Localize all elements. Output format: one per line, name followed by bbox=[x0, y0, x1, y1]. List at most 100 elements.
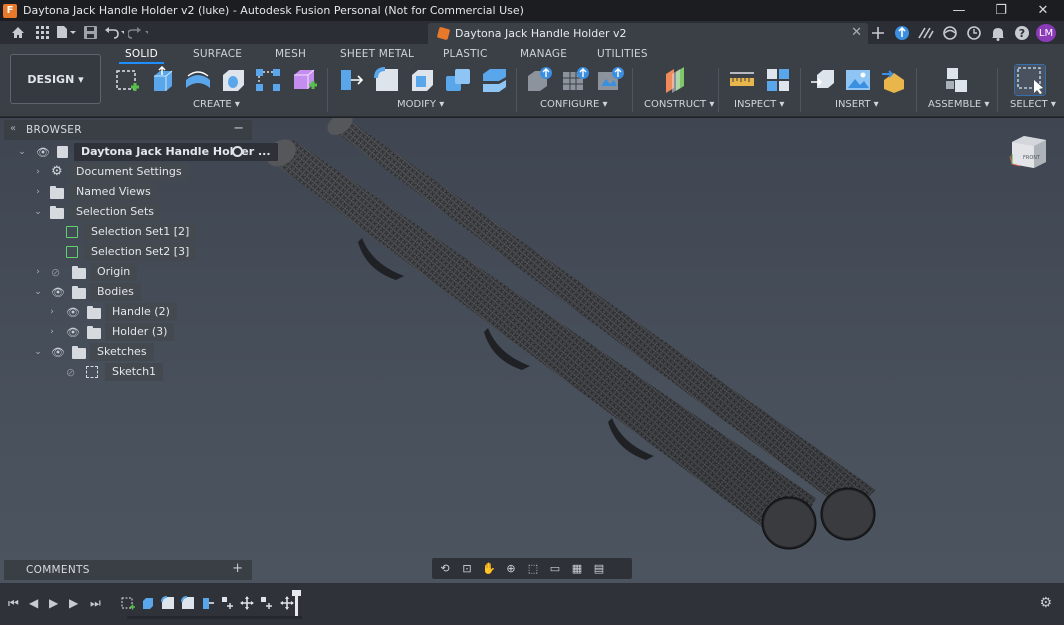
create-sketch-icon[interactable] bbox=[114, 66, 142, 94]
step-back-icon[interactable]: ◀ bbox=[29, 596, 38, 610]
undo-icon[interactable] bbox=[104, 23, 124, 41]
home-icon[interactable] bbox=[8, 23, 28, 41]
browser-panel-header[interactable]: « BROWSER − bbox=[4, 120, 252, 140]
chevron-down-icon[interactable]: ⌄ bbox=[32, 207, 44, 217]
comments-panel-header[interactable]: COMMENTS + bbox=[4, 560, 252, 580]
split-body-icon[interactable] bbox=[480, 66, 508, 94]
tree-item-handle[interactable]: › 👁 Handle (2) bbox=[0, 303, 252, 321]
handle-body-front[interactable] bbox=[261, 134, 817, 550]
tab-utilities[interactable]: UTILITIES bbox=[597, 48, 648, 60]
timeline-fillet-icon[interactable] bbox=[181, 596, 195, 610]
zoom-icon[interactable]: ⊕ bbox=[502, 561, 520, 577]
chevron-right-icon[interactable]: › bbox=[32, 167, 44, 177]
timeline-track[interactable] bbox=[127, 616, 302, 619]
add-comment-icon[interactable]: + bbox=[232, 561, 243, 576]
fillet-icon[interactable] bbox=[373, 66, 401, 94]
group-assemble[interactable]: ASSEMBLE ▾ bbox=[928, 99, 989, 110]
offset-plane-icon[interactable] bbox=[662, 66, 690, 94]
visibility-eye-icon[interactable]: 👁 bbox=[66, 326, 80, 339]
tree-item-bodies[interactable]: ⌄ 👁 Bodies bbox=[0, 283, 252, 301]
timeline-move-icon[interactable] bbox=[260, 596, 274, 610]
tree-item-origin[interactable]: › ⊘ Origin bbox=[0, 263, 252, 281]
play-icon[interactable]: ▶ bbox=[49, 596, 58, 610]
configure-table-icon[interactable] bbox=[525, 66, 553, 94]
step-forward-icon[interactable]: ▶ bbox=[69, 596, 78, 610]
visibility-eye-icon[interactable]: 👁 bbox=[51, 346, 65, 359]
create-form-icon[interactable] bbox=[290, 66, 318, 94]
insert-derive-icon[interactable] bbox=[809, 66, 837, 94]
orbit-icon[interactable]: ⟲ bbox=[436, 561, 454, 577]
tree-item-selection-sets[interactable]: ⌄ Selection Sets bbox=[0, 203, 252, 221]
timeline-extrude-icon[interactable] bbox=[141, 596, 155, 610]
visibility-eye-icon[interactable]: 👁 bbox=[66, 306, 80, 319]
new-component-icon[interactable] bbox=[943, 66, 971, 94]
combine-icon[interactable] bbox=[444, 66, 472, 94]
hole-icon[interactable] bbox=[219, 66, 247, 94]
handle-body-back[interactable] bbox=[323, 118, 876, 541]
timeline-move-icon[interactable] bbox=[280, 596, 294, 610]
user-avatar[interactable]: LM bbox=[1036, 24, 1056, 42]
data-panel-grid-icon[interactable] bbox=[32, 23, 52, 41]
visibility-eye-icon[interactable]: 👁 bbox=[51, 286, 65, 299]
tree-item-document-settings[interactable]: › ⚙ Document Settings bbox=[0, 163, 252, 181]
timeline-press-pull-icon[interactable] bbox=[201, 596, 215, 610]
tab-solid[interactable]: SOLID bbox=[119, 48, 164, 64]
tree-item-root[interactable]: ⌄ 👁 Daytona Jack Handle Holder ... bbox=[0, 143, 278, 161]
visibility-eye-icon[interactable]: 👁 bbox=[36, 146, 50, 159]
minimize-button[interactable]: — bbox=[938, 0, 980, 21]
minimize-panel-icon[interactable]: − bbox=[233, 121, 244, 136]
tab-plastic[interactable]: PLASTIC bbox=[443, 48, 488, 60]
display-settings-icon[interactable]: ▭ bbox=[546, 561, 564, 577]
chevron-down-icon[interactable]: ⌄ bbox=[32, 347, 44, 357]
tab-mesh[interactable]: MESH bbox=[275, 48, 306, 60]
measure-icon[interactable] bbox=[728, 66, 756, 94]
group-modify[interactable]: MODIFY ▾ bbox=[397, 99, 444, 110]
tab-manage[interactable]: MANAGE bbox=[520, 48, 567, 60]
history-clock-icon[interactable] bbox=[964, 24, 984, 42]
close-tab-icon[interactable]: ✕ bbox=[851, 25, 862, 40]
go-to-end-icon[interactable]: ⏭ bbox=[90, 596, 101, 611]
view-cube[interactable]: FRONT bbox=[1008, 132, 1050, 172]
save-icon[interactable] bbox=[80, 23, 100, 41]
group-select[interactable]: SELECT ▾ bbox=[1010, 99, 1056, 110]
revolve-icon[interactable] bbox=[184, 66, 212, 94]
extrude-icon[interactable] bbox=[148, 66, 176, 94]
document-tab[interactable]: Daytona Jack Handle Holder v2 ✕ bbox=[428, 23, 868, 44]
pan-hand-icon[interactable]: ✋ bbox=[480, 561, 498, 577]
chevron-right-icon[interactable]: › bbox=[46, 307, 58, 317]
visibility-hidden-icon[interactable]: ⊘ bbox=[51, 266, 60, 279]
workspace-switcher-button[interactable]: DESIGN ▾ bbox=[10, 54, 101, 104]
timeline-settings-gear-icon[interactable]: ⚙ bbox=[1039, 595, 1052, 611]
group-construct[interactable]: CONSTRUCT ▾ bbox=[644, 99, 714, 110]
tab-surface[interactable]: SURFACE bbox=[193, 48, 242, 60]
timeline-move-icon[interactable] bbox=[221, 596, 235, 610]
redo-icon[interactable] bbox=[128, 23, 148, 41]
file-menu-icon[interactable] bbox=[56, 23, 76, 41]
tree-item-named-views[interactable]: › Named Views bbox=[0, 183, 252, 201]
group-insert[interactable]: INSERT ▾ bbox=[835, 99, 879, 110]
insert-canvas-icon[interactable] bbox=[844, 66, 872, 94]
viewports-icon[interactable]: ▤ bbox=[590, 561, 608, 577]
notifications-bell-icon[interactable] bbox=[988, 24, 1008, 42]
insert-mcmaster-icon[interactable] bbox=[880, 66, 908, 94]
grid-settings-icon[interactable]: ▦ bbox=[568, 561, 586, 577]
tab-sheet-metal[interactable]: SHEET METAL bbox=[340, 48, 414, 60]
tree-item-selection-set1[interactable]: Selection Set1 [2] bbox=[0, 223, 252, 241]
section-analysis-icon[interactable] bbox=[764, 66, 792, 94]
chevron-down-icon[interactable]: ⌄ bbox=[16, 147, 28, 157]
close-window-button[interactable]: ✕ bbox=[1022, 0, 1064, 21]
tree-item-sketches[interactable]: ⌄ 👁 Sketches bbox=[0, 343, 252, 361]
chevron-right-icon[interactable]: › bbox=[32, 187, 44, 197]
tree-item-selection-set2[interactable]: Selection Set2 [3] bbox=[0, 243, 252, 261]
timeline-sketch-icon[interactable] bbox=[121, 596, 135, 610]
group-inspect[interactable]: INSPECT ▾ bbox=[734, 99, 784, 110]
online-status-icon[interactable] bbox=[940, 24, 960, 42]
pattern-icon[interactable] bbox=[254, 66, 282, 94]
job-status-icon[interactable] bbox=[916, 24, 936, 42]
configure-rules-icon[interactable] bbox=[561, 66, 589, 94]
shell-icon[interactable] bbox=[408, 66, 436, 94]
chevron-right-icon[interactable]: › bbox=[46, 327, 58, 337]
group-create[interactable]: CREATE ▾ bbox=[193, 99, 240, 110]
help-icon[interactable]: ? bbox=[1012, 24, 1032, 42]
timeline-fillet-icon[interactable] bbox=[161, 596, 175, 610]
